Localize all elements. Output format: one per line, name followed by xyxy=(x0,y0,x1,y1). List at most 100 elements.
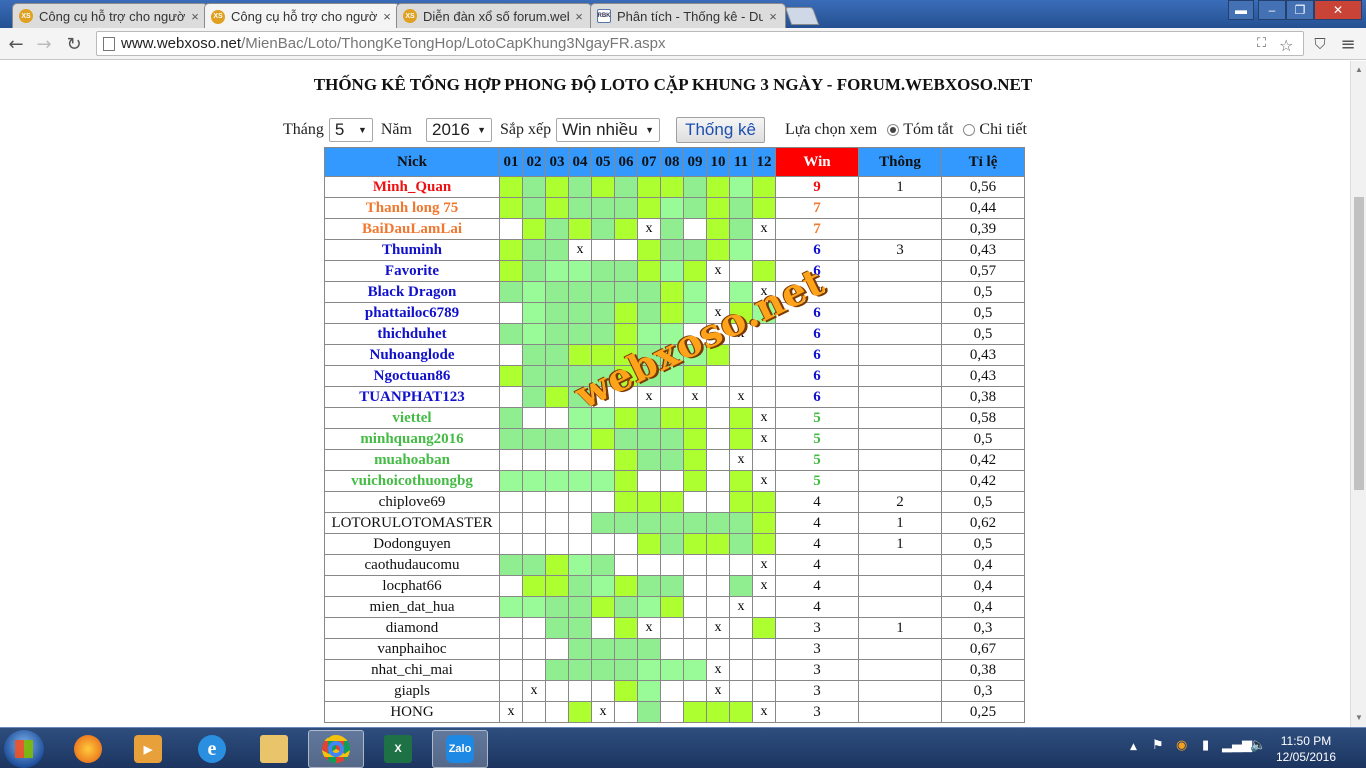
nick-cell[interactable]: chiplove69 xyxy=(324,491,500,513)
year-select[interactable]: 2016 ▼ xyxy=(425,118,492,142)
ratio-cell: 0,43 xyxy=(941,344,1025,366)
header-day-12: 12 xyxy=(752,147,776,177)
nick-cell[interactable]: vanphaihoc xyxy=(324,638,500,660)
nick-cell[interactable]: Nuhoanglode xyxy=(324,344,500,366)
minimize-button[interactable]: – xyxy=(1258,0,1286,20)
excel-app[interactable]: X xyxy=(370,730,426,768)
thong-ke-button[interactable]: Thống kê xyxy=(676,117,765,143)
nick-cell[interactable]: mien_dat_hua xyxy=(324,596,500,618)
nick-cell[interactable]: locphat66 xyxy=(324,575,500,597)
day-cell xyxy=(729,239,753,261)
close-icon[interactable]: × xyxy=(189,9,201,24)
header-day-11: 11 xyxy=(729,147,753,177)
day-cell xyxy=(683,449,707,471)
ratio-cell: 0,43 xyxy=(941,365,1025,387)
close-icon[interactable]: × xyxy=(381,9,393,24)
menu-icon[interactable]: ≡ xyxy=(1336,32,1360,56)
tray-app-icon[interactable]: ◉ xyxy=(1176,738,1187,753)
win-cell: 3 xyxy=(775,680,859,702)
nick-cell[interactable]: phattailoc6789 xyxy=(324,302,500,324)
translate-icon[interactable]: ⛶ xyxy=(1257,36,1266,51)
table-row: Ngoctuan86 6 0,43 xyxy=(324,365,1025,387)
summary-radio[interactable] xyxy=(887,124,900,136)
detail-radio[interactable] xyxy=(963,124,976,136)
nick-cell[interactable]: viettel xyxy=(324,407,500,429)
table-row: chiplove69 4 2 0,5 xyxy=(324,491,1025,513)
nick-cell[interactable]: TUANPHAT123 xyxy=(324,386,500,408)
tab-4[interactable]: RBK Phân tích - Thống kê - Dư × xyxy=(590,3,786,28)
forward-arrow-icon[interactable]: → xyxy=(32,32,56,56)
table-row: viettel x 5 0,58 xyxy=(324,407,1025,429)
firefox-app[interactable] xyxy=(60,730,116,768)
year-value: 2016 xyxy=(431,120,470,139)
internet-explorer-app[interactable]: e xyxy=(184,730,240,768)
day-cell xyxy=(545,554,569,576)
scrollbar-thumb[interactable] xyxy=(1354,197,1364,490)
system-clock[interactable]: 11:50 PM 12/05/2016 xyxy=(1264,733,1348,765)
day-cell xyxy=(683,365,707,387)
nick-cell[interactable]: LOTORULOTOMASTER xyxy=(324,512,500,534)
battery-icon[interactable]: ▮ xyxy=(1202,738,1209,753)
chrome-app[interactable] xyxy=(308,730,364,768)
day-cell xyxy=(706,470,730,492)
tab-3[interactable]: XS Diễn đàn xổ số forum.web × xyxy=(396,3,592,28)
scroll-down-icon[interactable]: ▼ xyxy=(1355,713,1363,722)
nick-cell[interactable]: Minh_Quan xyxy=(324,176,500,198)
table-row: mien_dat_hua x 4 0,4 xyxy=(324,596,1025,618)
sort-select[interactable]: Win nhiều ▼ xyxy=(556,118,661,142)
day-cell: x xyxy=(752,470,776,492)
nick-cell[interactable]: giapls xyxy=(324,680,500,702)
start-button[interactable] xyxy=(4,730,44,768)
maximize-button[interactable]: ❐ xyxy=(1286,0,1314,20)
address-bar[interactable]: www.webxoso.net/MienBac/Loto/ThongKeTong… xyxy=(96,31,1304,56)
day-cell xyxy=(545,176,569,198)
nick-cell[interactable]: nhat_chi_mai xyxy=(324,659,500,681)
table-row: muahoaban x 5 0,42 xyxy=(324,449,1025,471)
nick-cell[interactable]: Thuminh xyxy=(324,239,500,261)
nick-cell[interactable]: Favorite xyxy=(324,260,500,282)
nick-cell[interactable]: minhquang2016 xyxy=(324,428,500,450)
nick-cell[interactable]: BaiDauLamLai xyxy=(324,218,500,240)
nick-cell[interactable]: vuichoicothuongbg xyxy=(324,470,500,492)
nick-cell[interactable]: Ngoctuan86 xyxy=(324,365,500,387)
day-cell xyxy=(568,575,592,597)
close-icon[interactable]: × xyxy=(573,9,585,24)
file-explorer-app[interactable] xyxy=(246,730,302,768)
close-window-button[interactable]: ✕ xyxy=(1314,0,1362,20)
bookmark-star-icon[interactable]: ☆ xyxy=(1279,36,1293,55)
header-day-06: 06 xyxy=(614,147,638,177)
tab-2[interactable]: XS Công cụ hỗ trợ cho người × xyxy=(204,3,400,29)
back-arrow-icon[interactable]: ← xyxy=(4,32,28,56)
day-cell xyxy=(522,449,546,471)
extension-shield-icon[interactable]: ⛉ xyxy=(1308,32,1332,56)
nick-cell[interactable]: Thanh long 75 xyxy=(324,197,500,219)
nick-cell[interactable]: Black Dragon xyxy=(324,281,500,303)
nick-cell[interactable]: thichduhet xyxy=(324,323,500,345)
close-icon[interactable]: × xyxy=(767,9,779,24)
tray-expand-icon[interactable]: ▲ xyxy=(1130,742,1137,752)
nick-cell[interactable]: Dodonguyen xyxy=(324,533,500,555)
day-cell xyxy=(706,281,730,303)
nick-cell[interactable]: diamond xyxy=(324,617,500,639)
reload-icon[interactable]: ↻ xyxy=(62,32,86,56)
new-tab-button[interactable] xyxy=(784,7,820,25)
vertical-scrollbar[interactable]: ▲ ▼ xyxy=(1350,61,1366,727)
nick-cell[interactable]: caothudaucomu xyxy=(324,554,500,576)
media-player-icon: ▶ xyxy=(134,735,162,763)
network-signal-icon[interactable]: ▂▄▆ xyxy=(1222,738,1252,753)
day-cell xyxy=(706,323,730,345)
tab-1[interactable]: XS Công cụ hỗ trợ cho người × xyxy=(12,3,208,28)
user-icon[interactable]: ▬ xyxy=(1228,0,1254,20)
zalo-app[interactable]: Zalo xyxy=(432,730,488,768)
day-cell xyxy=(522,302,546,324)
day-cell xyxy=(683,323,707,345)
media-player-app[interactable]: ▶ xyxy=(120,730,176,768)
nick-cell[interactable]: HONG xyxy=(324,701,500,723)
excel-icon: X xyxy=(384,735,412,763)
day-cell xyxy=(545,491,569,513)
month-select[interactable]: 5 ▼ xyxy=(328,118,373,142)
win-cell: 4 xyxy=(775,491,859,513)
nick-cell[interactable]: muahoaban xyxy=(324,449,500,471)
scroll-up-icon[interactable]: ▲ xyxy=(1355,65,1363,74)
tray-flag-icon[interactable]: ⚑ xyxy=(1152,738,1164,753)
